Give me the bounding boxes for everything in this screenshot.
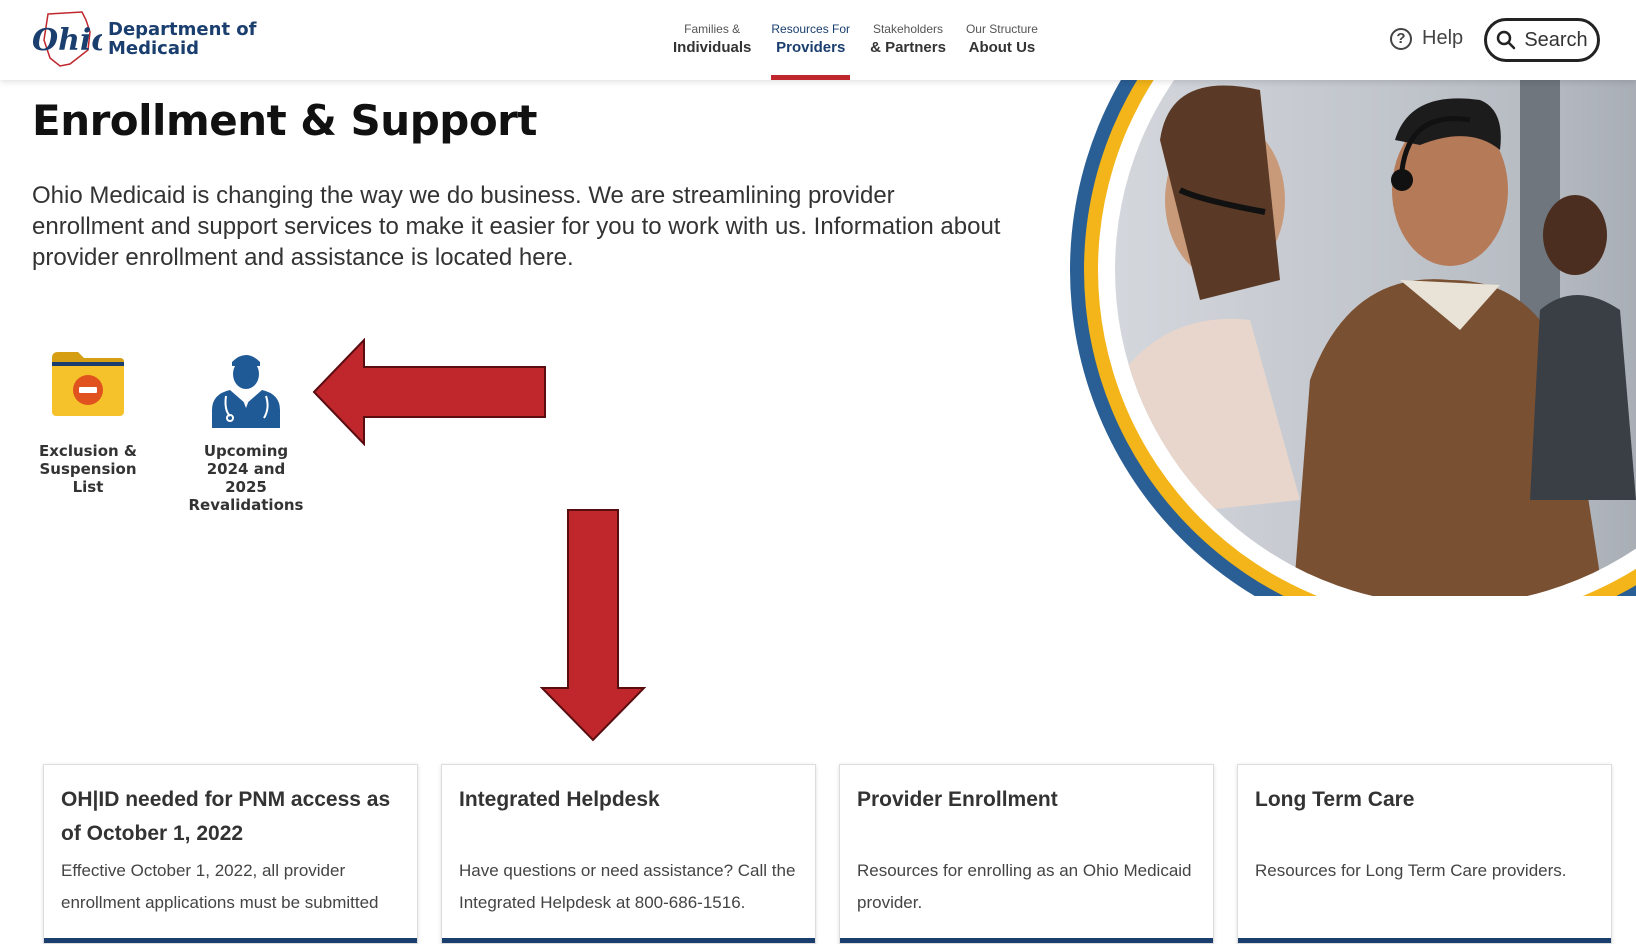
- folder-minus-icon: [52, 352, 124, 416]
- doctor-icon: [212, 355, 280, 428]
- card-integrated-helpdesk[interactable]: Integrated Helpdesk Have questions or ne…: [441, 764, 816, 944]
- page-title: Enrollment & Support: [32, 96, 537, 145]
- card-title: Integrated Helpdesk: [459, 788, 660, 811]
- nav-item-label: About Us: [968, 39, 1036, 56]
- nav-item-label: Providers: [776, 39, 846, 56]
- card-body: Resources for enrolling as an Ohio Medic…: [857, 861, 1192, 912]
- down-arrow-annotation: [540, 509, 646, 742]
- nav-item-resources-providers[interactable]: Resources For Providers: [763, 22, 858, 80]
- tile-label: Upcoming 2024 and 2025 Revalidations: [188, 442, 304, 514]
- hero-photo-graphic: [1070, 80, 1636, 596]
- site-header: Ohio Department of Medicaid Families & I…: [0, 0, 1636, 80]
- search-icon: [1497, 30, 1516, 50]
- search-button[interactable]: Search: [1484, 18, 1600, 62]
- nav-item-families-individuals[interactable]: Families & Individuals: [665, 22, 759, 80]
- card-ohid-pnm-access[interactable]: OH|ID needed for PNM access as of Octobe…: [43, 764, 418, 944]
- ohio-logo-icon: Ohio: [32, 11, 102, 67]
- tile-label: Exclusion & Suspension List: [39, 442, 137, 496]
- logo-script-text: Ohio: [32, 23, 102, 58]
- nav-item-stakeholders-partners[interactable]: Stakeholders & Partners: [862, 22, 954, 80]
- hero-photo: [1050, 80, 1636, 596]
- card-provider-enrollment[interactable]: Provider Enrollment Resources for enroll…: [839, 764, 1214, 944]
- main-nav: Families & Individuals Resources For Pro…: [665, 22, 1050, 80]
- card-body: Resources for Long Term Care providers.: [1255, 861, 1567, 880]
- tile-exclusion-suspension-list[interactable]: Exclusion & Suspension List: [30, 348, 146, 496]
- card-title: Provider Enrollment: [857, 788, 1058, 811]
- card-body: Have questions or need assistance? Call …: [459, 861, 796, 912]
- nav-item-small-label: Our Structure: [965, 22, 1038, 36]
- nav-item-label: & Partners: [870, 39, 946, 56]
- intro-paragraph: Ohio Medicaid is changing the way we do …: [32, 182, 1001, 271]
- ohio-medicaid-logo[interactable]: Ohio Department of Medicaid: [30, 10, 257, 68]
- help-icon: ?: [1390, 27, 1412, 50]
- card-title: Long Term Care: [1255, 788, 1415, 811]
- logo-line-1: Department of: [108, 19, 257, 40]
- tile-upcoming-revalidations[interactable]: Upcoming 2024 and 2025 Revalidations: [184, 348, 308, 514]
- search-label: Search: [1524, 28, 1588, 51]
- nav-item-small-label: Resources For: [771, 22, 851, 36]
- nav-item-small-label: Families &: [684, 22, 741, 36]
- nav-item-label: Individuals: [673, 39, 752, 56]
- nav-item-small-label: Stakeholders: [872, 22, 944, 36]
- help-link[interactable]: ? Help: [1390, 27, 1463, 50]
- left-arrow-annotation: [312, 338, 546, 446]
- logo-line-2: Medicaid: [108, 38, 200, 59]
- nav-item-about-us[interactable]: Our Structure About Us: [958, 22, 1046, 80]
- card-title: OH|ID needed for PNM access as of Octobe…: [61, 788, 391, 845]
- card-body: Effective October 1, 2022, all provider …: [61, 861, 379, 912]
- card-long-term-care[interactable]: Long Term Care Resources for Long Term C…: [1237, 764, 1612, 944]
- help-label: Help: [1422, 27, 1464, 49]
- logo-text: Department of Medicaid: [108, 20, 257, 58]
